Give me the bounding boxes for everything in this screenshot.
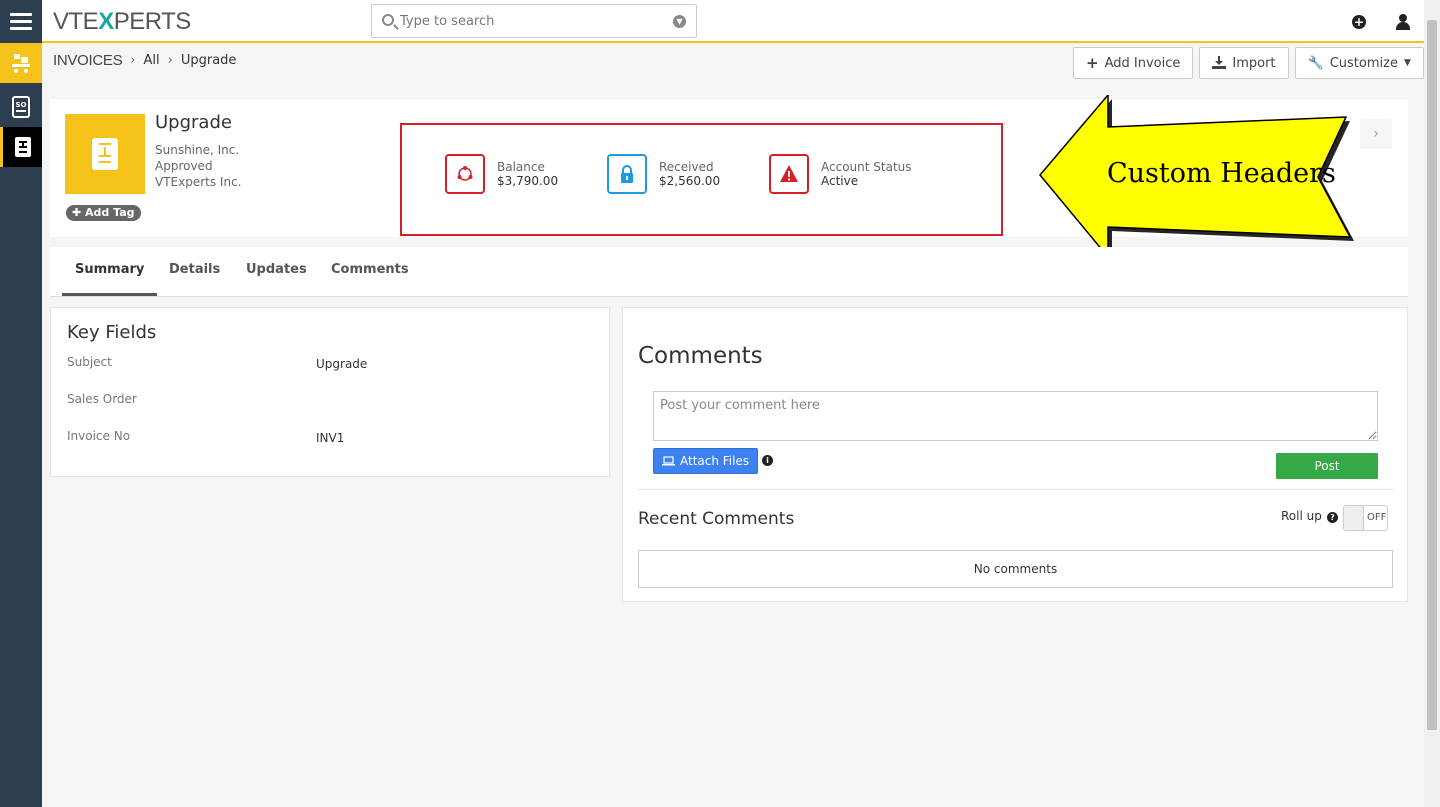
search-icon <box>382 14 394 26</box>
comments-title: Comments <box>638 343 763 369</box>
import-button[interactable]: Import <box>1199 47 1289 79</box>
add-tag-button[interactable]: ✚ Add Tag <box>66 205 141 221</box>
warning-icon <box>769 154 809 194</box>
tab-details[interactable]: Details <box>156 247 233 296</box>
breadcrumb-module[interactable]: INVOICES <box>53 52 123 69</box>
sidebar-item-inventory[interactable] <box>0 43 42 83</box>
custom-header-received: Received $2,560.00 <box>607 154 720 194</box>
help-icon[interactable]: ? <box>1327 512 1338 523</box>
chevron-right-icon: › <box>130 53 136 68</box>
chevron-right-icon: › <box>167 53 173 68</box>
custom-headers-box: Balance $3,790.00 Received $2,560.00 Accou… <box>400 123 1003 236</box>
no-comments-message: No comments <box>638 550 1393 588</box>
quick-create-icon[interactable]: + <box>1352 15 1366 29</box>
scrollbar[interactable] <box>1424 0 1440 807</box>
tab-bar: Summary Details Updates Comments <box>50 247 1408 297</box>
scrollbar-thumb[interactable] <box>1427 20 1437 730</box>
sidebar-item-sales-order[interactable]: SO <box>0 87 42 127</box>
key-fields-title: Key Fields <box>67 322 157 343</box>
add-invoice-button[interactable]: + Add Invoice <box>1073 47 1194 79</box>
invoice-record-icon <box>65 114 145 194</box>
invoice-icon <box>14 137 31 157</box>
laptop-icon <box>662 456 675 466</box>
balance-icon <box>445 154 485 194</box>
annotation-text: Custom Headers <box>1107 158 1336 189</box>
field-value[interactable]: Upgrade <box>316 357 367 371</box>
tab-comments[interactable]: Comments <box>318 247 422 296</box>
field-label: Sales Order <box>67 392 137 406</box>
breadcrumb-record: Upgrade <box>180 53 237 68</box>
custom-header-account-status: Account Status Active <box>769 154 912 194</box>
search-input[interactable] <box>400 12 660 30</box>
logo[interactable]: VTEXPERTS <box>53 8 191 36</box>
top-bar: VTEXPERTS ▼ + <box>0 0 1424 43</box>
customize-button[interactable]: 🔧 Customize ▼ <box>1294 47 1424 79</box>
divider <box>638 489 1393 490</box>
attach-files-button[interactable]: Attach Files <box>653 448 759 474</box>
record-account[interactable]: Sunshine, Inc. <box>155 143 239 157</box>
record-organization: VTExperts Inc. <box>155 175 242 189</box>
key-fields-panel: Key Fields Subject Upgrade Sales Order I… <box>50 307 610 477</box>
download-icon <box>1212 56 1227 69</box>
menu-icon[interactable] <box>0 0 42 43</box>
wrench-icon: 🔧 <box>1307 55 1324 71</box>
svg-text:SO: SO <box>16 101 27 109</box>
breadcrumb-filter[interactable]: All <box>144 53 160 68</box>
breadcrumb: INVOICES › All › Upgrade <box>53 52 236 69</box>
rollup-toggle[interactable]: OFF <box>1343 505 1388 531</box>
post-button[interactable]: Post <box>1276 453 1378 479</box>
record-status: Approved <box>155 159 213 173</box>
comment-input[interactable] <box>653 391 1378 441</box>
field-label: Subject <box>67 355 112 369</box>
recent-comments-title: Recent Comments <box>638 509 795 529</box>
user-icon[interactable] <box>1396 14 1410 30</box>
field-label: Invoice No <box>67 429 131 443</box>
search-box[interactable]: ▼ <box>371 4 697 38</box>
plus-icon: + <box>1086 54 1099 72</box>
custom-header-balance: Balance $3,790.00 <box>445 154 558 194</box>
comments-panel: Comments Attach Files i Post Recent Comm… <box>622 307 1408 602</box>
sales-order-icon: SO <box>12 96 30 118</box>
toolbar: + Add Invoice Import 🔧 Customize ▼ <box>1073 47 1424 79</box>
cart-icon <box>12 54 30 73</box>
tab-summary[interactable]: Summary <box>62 247 158 296</box>
record-name: Upgrade <box>155 112 232 133</box>
rollup-label: Roll up <box>1281 509 1322 523</box>
caret-down-icon: ▼ <box>1403 58 1411 68</box>
lock-icon <box>607 154 647 194</box>
tab-updates[interactable]: Updates <box>233 247 320 296</box>
info-icon[interactable]: i <box>762 455 773 466</box>
chevron-right-icon: › <box>1373 126 1379 142</box>
sidebar-item-invoices[interactable] <box>0 127 42 167</box>
chevron-down-icon[interactable]: ▼ <box>673 15 686 28</box>
field-value[interactable]: INV1 <box>316 431 344 445</box>
sidebar: SO <box>0 43 42 807</box>
next-record-button[interactable]: › <box>1360 119 1392 149</box>
